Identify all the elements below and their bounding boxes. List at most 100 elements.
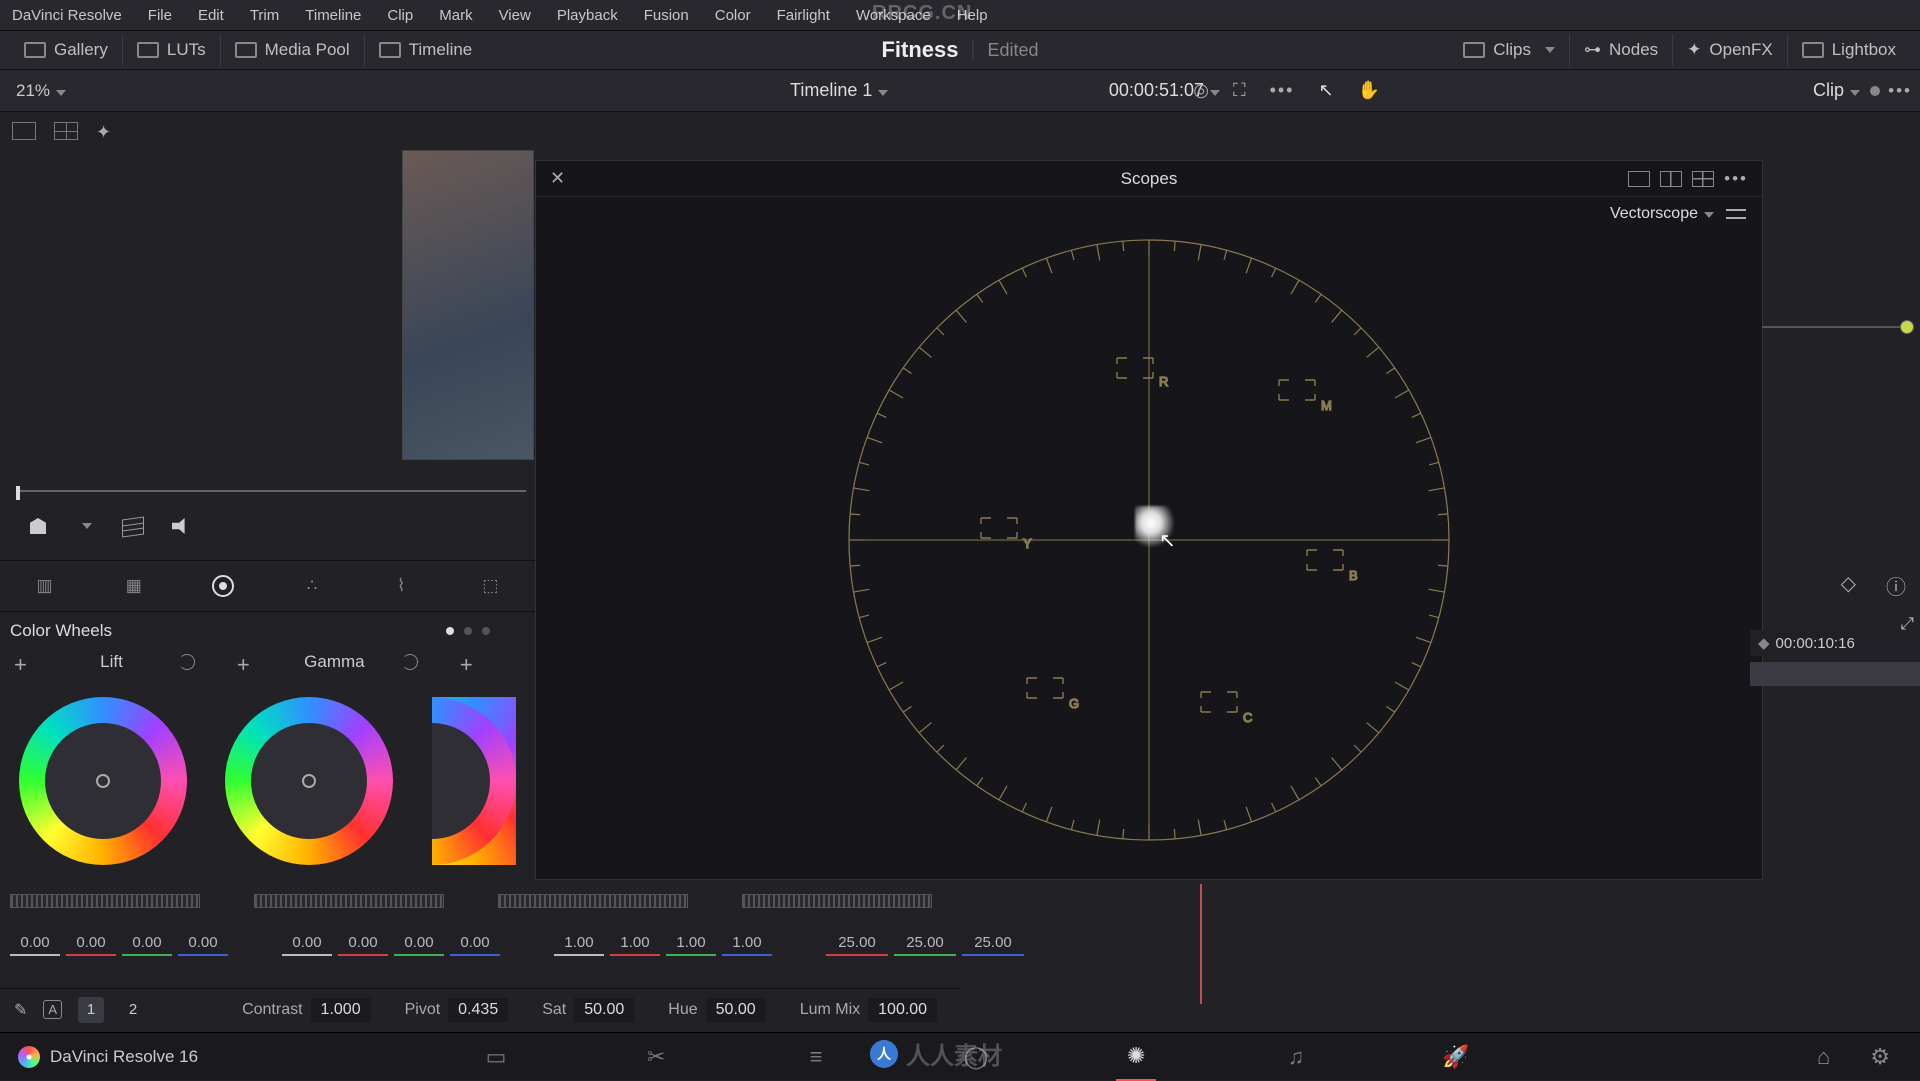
menu-playback[interactable]: Playback [557, 7, 618, 24]
color-page-tab[interactable]: ✺ [1116, 1033, 1156, 1081]
lift-jog[interactable] [10, 894, 200, 908]
adjust-page-1[interactable]: 1 [78, 997, 104, 1023]
media-page-tab[interactable]: ▭ [476, 1033, 516, 1081]
gamma-reset-icon[interactable] [402, 654, 418, 670]
offset-jog[interactable] [742, 894, 932, 908]
menu-workspace[interactable]: Workspace [856, 7, 931, 24]
scrub-bar[interactable] [16, 486, 526, 500]
home-icon[interactable]: ⌂ [1817, 1044, 1830, 1070]
clips-button[interactable]: Clips [1449, 34, 1570, 66]
close-icon[interactable]: ✕ [550, 168, 565, 189]
info-icon[interactable]: ⓘ [1886, 571, 1906, 600]
single-view-icon[interactable] [12, 122, 36, 140]
lift-r[interactable]: 0.00 [66, 930, 116, 956]
lift-reset-icon[interactable] [179, 654, 195, 670]
gamma-picker-icon[interactable]: + [237, 652, 250, 678]
fusion-page-tab[interactable]: ◯ [956, 1033, 996, 1081]
menu-file[interactable]: File [148, 7, 172, 24]
menu-edit[interactable]: Edit [198, 7, 224, 24]
timeline-button[interactable]: Timeline [365, 34, 487, 66]
gamma-r[interactable]: 0.00 [338, 930, 388, 956]
layout-2-icon[interactable] [1660, 171, 1682, 187]
qualifier-tab[interactable]: ⬚ [474, 574, 506, 598]
deliver-page-tab[interactable]: 🚀 [1436, 1033, 1476, 1081]
scope-type-dropdown[interactable]: Vectorscope [1610, 205, 1714, 223]
adjust-page-2[interactable]: 2 [120, 997, 146, 1023]
chevron-down-icon[interactable] [82, 523, 92, 529]
menu-clip[interactable]: Clip [387, 7, 413, 24]
awb-icon[interactable]: A [43, 1000, 62, 1019]
camera-raw-tab[interactable]: ▥ [29, 574, 61, 598]
openfx-button[interactable]: ✦OpenFX [1673, 34, 1788, 66]
node-more-icon[interactable]: ••• [1888, 81, 1912, 101]
gamma-b[interactable]: 0.00 [450, 930, 500, 956]
more-icon[interactable]: ••• [1270, 80, 1295, 101]
timeline-dropdown[interactable]: Timeline 1 [790, 80, 888, 101]
gamma-g[interactable]: 0.00 [394, 930, 444, 956]
mini-timeline-playhead[interactable] [1180, 884, 1220, 1004]
color-wheels-tab[interactable] [207, 574, 239, 598]
bypass-icon[interactable]: ◎ [1193, 80, 1209, 101]
keyframe-mode-icon[interactable]: ◇ [1841, 571, 1856, 600]
clip-dropdown[interactable]: Clip [1813, 80, 1880, 101]
menu-view[interactable]: View [499, 7, 531, 24]
gain-b[interactable]: 1.00 [722, 930, 772, 956]
gamma-wheel[interactable] [225, 697, 393, 865]
lift-g[interactable]: 0.00 [122, 930, 172, 956]
scopes-more-icon[interactable]: ••• [1724, 169, 1748, 189]
lift-b[interactable]: 0.00 [178, 930, 228, 956]
hand-tool[interactable]: ✋ [1358, 80, 1380, 101]
menu-mark[interactable]: Mark [439, 7, 472, 24]
auto-balance-icon[interactable]: ✎ [14, 1000, 27, 1020]
gamma-jog[interactable] [254, 894, 444, 908]
sat-value[interactable]: 50.00 [574, 998, 634, 1022]
lift-picker-icon[interactable]: + [14, 652, 27, 678]
palette-pages[interactable] [446, 627, 490, 635]
gallery-button[interactable]: Gallery [10, 34, 123, 66]
layout-4-icon[interactable] [1692, 171, 1714, 187]
zoom-dropdown[interactable]: 21% [16, 81, 66, 101]
pivot-value[interactable]: 0.435 [448, 998, 508, 1022]
pointer-tool[interactable]: ↖ [1318, 80, 1333, 101]
grid-view-icon[interactable] [54, 122, 78, 140]
luts-button[interactable]: LUTs [123, 34, 221, 66]
scrub-handle[interactable] [16, 486, 20, 500]
gain-wheel[interactable] [432, 697, 516, 865]
gain-g[interactable]: 1.00 [666, 930, 716, 956]
speaker-icon[interactable] [172, 518, 190, 534]
lift-lum[interactable]: 0.00 [10, 930, 60, 956]
menu-app[interactable]: DaVinci Resolve [12, 7, 122, 24]
lift-wheel[interactable] [19, 697, 187, 865]
offset-r[interactable]: 25.00 [826, 930, 888, 956]
menu-fairlight[interactable]: Fairlight [777, 7, 830, 24]
layout-1-icon[interactable] [1628, 171, 1650, 187]
lift-wheel-center[interactable] [96, 774, 110, 788]
gamma-lum[interactable]: 0.00 [282, 930, 332, 956]
fairlight-page-tab[interactable]: ♫ [1276, 1033, 1316, 1081]
gain-lum[interactable]: 1.00 [554, 930, 604, 956]
offset-b[interactable]: 25.00 [962, 930, 1024, 956]
menu-timeline[interactable]: Timeline [305, 7, 361, 24]
offset-g[interactable]: 25.00 [894, 930, 956, 956]
node-output[interactable] [1740, 320, 1920, 340]
menu-fusion[interactable]: Fusion [644, 7, 689, 24]
keyframe-timecode[interactable]: ◆00:00:10:16 [1750, 630, 1920, 656]
gain-jog[interactable] [498, 894, 688, 908]
scope-settings-icon[interactable] [1726, 207, 1746, 221]
image-wipe-icon[interactable] [96, 122, 120, 140]
hue-value[interactable]: 50.00 [706, 998, 766, 1022]
nodes-button[interactable]: ⊶Nodes [1570, 34, 1673, 66]
gain-picker-icon[interactable]: + [460, 652, 473, 678]
settings-icon[interactable]: ⚙ [1870, 1044, 1890, 1070]
menu-trim[interactable]: Trim [250, 7, 279, 24]
picker-icon[interactable] [30, 518, 46, 534]
edit-page-tab[interactable]: ≡ [796, 1033, 836, 1081]
menu-color[interactable]: Color [715, 7, 751, 24]
contrast-value[interactable]: 1.000 [311, 998, 371, 1022]
layers-icon[interactable] [122, 518, 142, 534]
lummix-value[interactable]: 100.00 [868, 998, 937, 1022]
color-match-tab[interactable]: ▦ [118, 574, 150, 598]
keyframe-track[interactable] [1750, 662, 1920, 686]
menu-help[interactable]: Help [957, 7, 988, 24]
curves-tab[interactable]: ⌇ [385, 574, 417, 598]
